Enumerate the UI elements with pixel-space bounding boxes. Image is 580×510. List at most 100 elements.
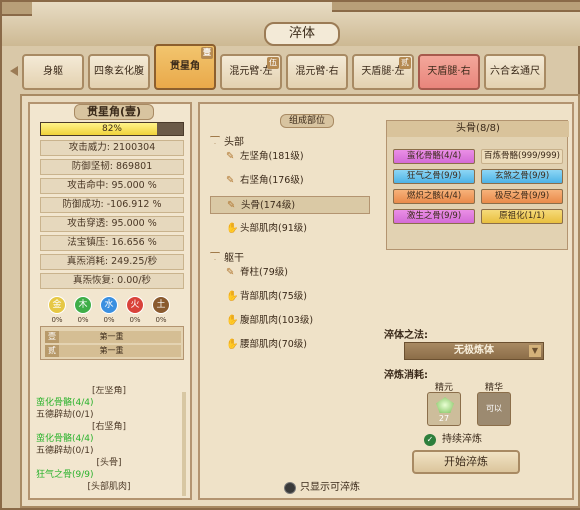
log-line: 五德辟劫(0/1) <box>36 446 94 456</box>
parts-header: 组成部位 <box>280 114 334 128</box>
bone-icon: ✎ <box>226 267 235 278</box>
stat-hit: 攻击命中: 95.000 % <box>40 178 184 194</box>
seal-text: 第一重 <box>99 346 124 355</box>
start-refine-button[interactable]: 开始淬炼 <box>412 450 520 474</box>
bone-chip[interactable]: 蛮化骨骼(4/4) <box>393 149 475 164</box>
seal-tag: 壹 <box>45 331 59 343</box>
bone-chip[interactable]: 狂气之骨(9/9) <box>393 169 475 184</box>
tab-leg-left[interactable]: 天盾腿·左贰 <box>352 54 414 90</box>
muscle-icon: ✋ <box>226 339 239 350</box>
seal-row: 贰 第一重 <box>45 345 181 357</box>
stat-pierce: 攻击穿透: 95.000 % <box>40 216 184 232</box>
element-metal-icon: 金 <box>48 296 66 314</box>
continuous-checkbox[interactable]: ✓ <box>424 434 436 446</box>
tab-abdomen[interactable]: 四象玄化腹 <box>88 54 150 90</box>
bone-icon: ✎ <box>226 175 235 186</box>
part-name: 贯星角(壹) <box>74 104 154 120</box>
group-expand-icon[interactable] <box>210 136 220 144</box>
tab-ruler[interactable]: 六合玄通尺 <box>484 54 546 90</box>
part-back-muscle[interactable]: ✋ 背部肌肉(75级) <box>210 288 370 306</box>
essence-slot[interactable]: 27 <box>427 392 461 426</box>
quintessence-slot[interactable]: 可以 <box>477 392 511 426</box>
bone-icon: ✎ <box>226 151 235 162</box>
tab-arm-right[interactable]: 混元臂·右 <box>286 54 348 90</box>
element-fire-icon: 火 <box>126 296 144 314</box>
element-metal-pct: 0% <box>51 316 63 324</box>
element-wood-icon: 木 <box>74 296 92 314</box>
tab-leg-right[interactable]: 天盾腿·右 <box>418 54 480 90</box>
log-line: 狂气之骨(9/9) <box>36 470 94 480</box>
log-scrollbar[interactable] <box>182 392 186 496</box>
cost-label: 淬炼消耗: <box>384 370 428 381</box>
tab-scroll-left-icon[interactable] <box>10 66 18 76</box>
stat-block: 防御成功: -106.912 % <box>40 197 184 213</box>
muscle-icon: ✋ <box>226 291 239 302</box>
seal-text: 第一重 <box>99 332 124 341</box>
window-title: 淬体 <box>264 22 340 46</box>
stat-defense: 防御坚韧: 869801 <box>40 159 184 175</box>
part-abdomen-muscle[interactable]: ✋ 腹部肌肉(103级) <box>210 312 370 330</box>
filter-label: 只显示可淬炼 <box>300 482 360 493</box>
tab-badge: 贰 <box>399 57 411 69</box>
bone-chip[interactable]: 玄煞之骨(9/9) <box>481 169 563 184</box>
bone-chip[interactable]: 百炼骨骼(999/999) <box>481 149 563 164</box>
set-bonus-log: [左坚角] 蛮化骨骼(4/4) 五德辟劫(0/1) [右坚角] 蛮化骨骼(4/4… <box>36 386 186 498</box>
seal-row: 壹 第一重 <box>45 331 181 343</box>
group-expand-icon[interactable] <box>210 252 220 260</box>
log-line: [头骨] <box>96 458 122 468</box>
quintessence-count: 可以 <box>486 404 502 413</box>
stat-qi-cost: 真炁消耗: 249.25/秒 <box>40 254 184 270</box>
bone-chip[interactable]: 原祖化(1/1) <box>481 209 563 224</box>
tab-bar: 身躯 四象玄化腹 贯星角壹 混元臂·左伍 混元臂·右 天盾腿·左贰 天盾腿·右 … <box>22 44 580 92</box>
tab-badge: 伍 <box>267 57 279 69</box>
group-torso[interactable]: 躯干 <box>224 249 244 264</box>
tab-badge: 壹 <box>201 47 213 59</box>
log-line: 蛮化骨骼(4/4) <box>36 434 94 444</box>
seal-box: 壹 第一重 贰 第一重 <box>40 326 184 360</box>
part-right-horn[interactable]: ✎ 右坚角(176级) <box>210 172 370 190</box>
essence-gem-icon <box>436 397 454 413</box>
bone-chip[interactable]: 燃炽之骸(4/4) <box>393 189 475 204</box>
muscle-icon: ✋ <box>226 315 239 326</box>
log-line: [头部肌肉] <box>87 482 131 492</box>
stat-qi-regen: 真炁恢复: 0.00/秒 <box>40 273 184 289</box>
element-earth-pct: 0% <box>155 316 167 324</box>
bone-header: 头骨(8/8) <box>387 121 569 137</box>
attribute-panel: 贯星角(壹) 82% 攻击威力: 2100304 防御坚韧: 869801 攻击… <box>28 102 192 500</box>
method-select[interactable]: 无极炼体 ▼ <box>404 342 544 360</box>
essence-count: 27 <box>438 414 450 423</box>
progress-label: 82% <box>101 124 122 134</box>
element-fire-pct: 0% <box>129 316 141 324</box>
part-left-horn[interactable]: ✎ 左坚角(181级) <box>210 148 370 166</box>
bone-box: 头骨(8/8) 蛮化骨骼(4/4) 百炼骨骼(999/999) 狂气之骨(9/9… <box>386 120 569 250</box>
part-waist-muscle[interactable]: ✋ 腰部肌肉(70级) <box>210 336 370 354</box>
part-spine[interactable]: ✎ 脊柱(79级) <box>210 264 370 282</box>
seal-tag: 贰 <box>45 345 59 357</box>
continuous-label: 持续淬炼 <box>442 434 482 445</box>
corner-ornament <box>2 2 32 16</box>
tab-horn[interactable]: 贯星角壹 <box>154 44 216 90</box>
filter-radio[interactable] <box>284 482 296 494</box>
log-line: 五德辟劫(0/1) <box>36 410 94 420</box>
bone-chip[interactable]: 极尽之骨(9/9) <box>481 189 563 204</box>
element-water-icon: 水 <box>100 296 118 314</box>
tab-arm-left[interactable]: 混元臂·左伍 <box>220 54 282 90</box>
element-water-pct: 0% <box>103 316 115 324</box>
part-skull[interactable]: ✎ 头骨(174级) <box>210 196 370 214</box>
part-head-muscle[interactable]: ✋ 头部肌肉(91级) <box>210 220 370 238</box>
muscle-icon: ✋ <box>226 223 239 234</box>
stat-suppress: 法宝镇压: 16.656 % <box>40 235 184 251</box>
stat-attack-power: 攻击威力: 2100304 <box>40 140 184 156</box>
method-label: 淬体之法: <box>384 330 428 341</box>
bone-icon: ✎ <box>227 200 236 211</box>
top-ornament <box>332 2 580 12</box>
log-line: 蛮化骨骼(4/4) <box>36 398 94 408</box>
log-line: [左坚角] <box>91 386 127 396</box>
tab-body[interactable]: 身躯 <box>22 54 84 90</box>
main-panel: 贯星角(壹) 82% 攻击威力: 2100304 防御坚韧: 869801 攻击… <box>20 94 580 508</box>
chevron-down-icon: ▼ <box>529 345 541 357</box>
bone-chip[interactable]: 激生之骨(9/9) <box>393 209 475 224</box>
group-head[interactable]: 头部 <box>224 133 244 148</box>
element-wood-pct: 0% <box>77 316 89 324</box>
element-earth-icon: 土 <box>152 296 170 314</box>
